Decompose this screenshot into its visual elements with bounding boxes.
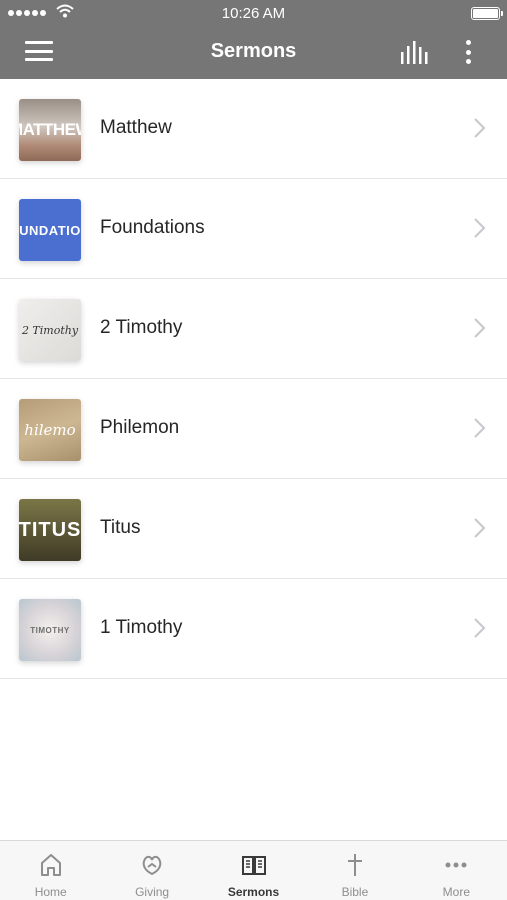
nav-bar: Sermons — [0, 26, 507, 79]
chevron-right-icon — [474, 218, 486, 238]
tab-label: Sermons — [227, 885, 280, 899]
audio-bars-icon[interactable] — [398, 38, 432, 66]
giving-icon — [142, 855, 162, 876]
series-artwork: hilemo — [19, 399, 81, 461]
list-item[interactable]: hilemo Philemon — [0, 379, 507, 479]
series-title: Titus — [100, 517, 141, 538]
chevron-right-icon — [474, 518, 486, 538]
tab-label: Bible — [341, 885, 369, 899]
series-title: Philemon — [100, 417, 180, 438]
series-artwork: 2 Timothy — [19, 299, 81, 361]
app-header: 10:26 AM Sermons — [0, 0, 507, 79]
list-item[interactable]: MATTHEW Matthew — [0, 79, 507, 179]
series-artwork: TITUS — [19, 499, 81, 561]
home-icon — [40, 854, 61, 876]
book-icon — [241, 856, 266, 875]
series-title: 2 Timothy — [100, 317, 183, 338]
chevron-right-icon — [474, 118, 486, 138]
status-time: 10:26 AM — [221, 5, 286, 22]
more-horizontal-icon — [445, 862, 467, 868]
status-bar: 10:26 AM — [0, 0, 507, 26]
cross-icon — [347, 854, 362, 876]
chevron-right-icon — [474, 318, 486, 338]
sermon-series-list: MATTHEW Matthew UNDATIO Foundations 2 Ti… — [0, 79, 507, 679]
more-vertical-icon[interactable] — [458, 38, 478, 66]
list-item[interactable]: TITUS Titus — [0, 479, 507, 579]
tab-more[interactable]: More — [406, 841, 507, 900]
tab-bar: Home Giving Sermons Bible More — [0, 840, 507, 900]
series-artwork: MATTHEW — [19, 99, 81, 161]
tab-bible[interactable]: Bible — [304, 841, 405, 900]
series-title: Matthew — [100, 117, 172, 138]
chevron-right-icon — [474, 618, 486, 638]
battery-icon — [471, 7, 503, 20]
series-title: Foundations — [100, 217, 205, 238]
chevron-right-icon — [474, 418, 486, 438]
list-item[interactable]: TIMOTHY 1 Timothy — [0, 579, 507, 679]
series-artwork: UNDATIO — [19, 199, 81, 261]
series-title: 1 Timothy — [100, 617, 183, 638]
tab-giving[interactable]: Giving — [101, 841, 202, 900]
tab-label: Giving — [135, 885, 170, 899]
list-item[interactable]: 2 Timothy 2 Timothy — [0, 279, 507, 379]
list-item[interactable]: UNDATIO Foundations — [0, 179, 507, 279]
tab-label: More — [442, 885, 470, 899]
series-artwork: TIMOTHY — [19, 599, 81, 661]
tab-sermons[interactable]: Sermons — [203, 841, 304, 900]
tab-home[interactable]: Home — [0, 841, 101, 900]
tab-label: Home — [34, 885, 67, 899]
